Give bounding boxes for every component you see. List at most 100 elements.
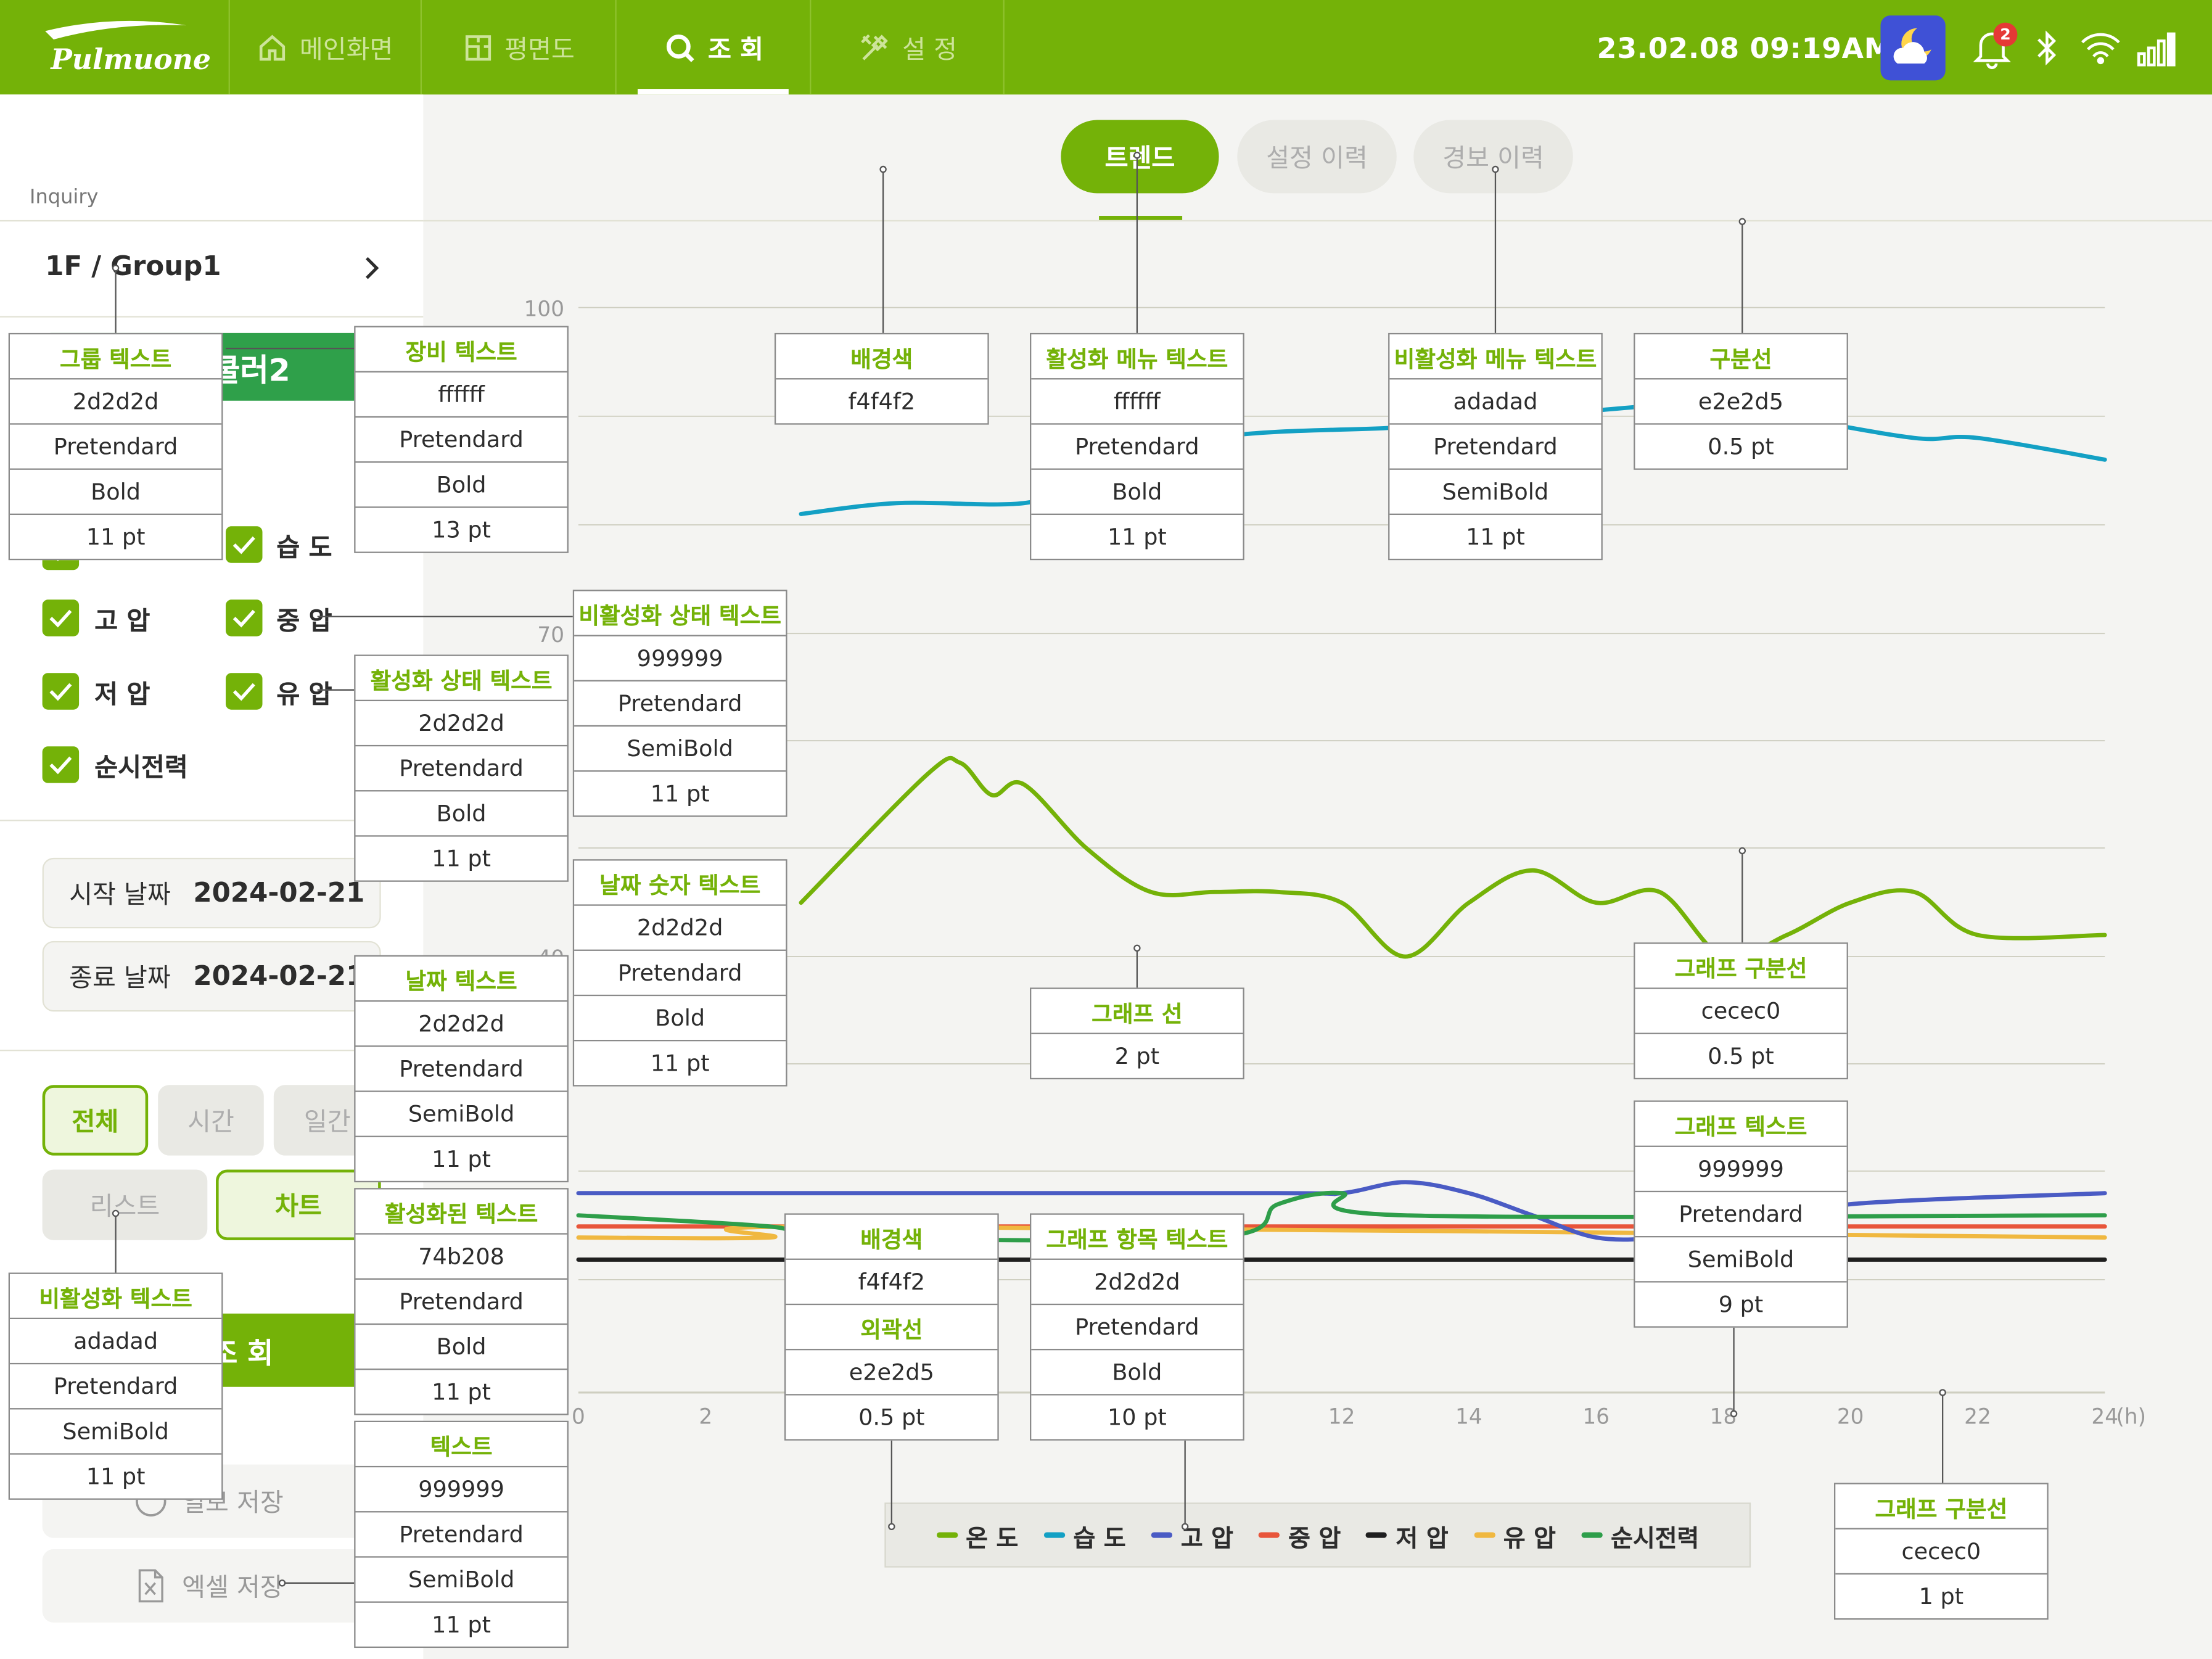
annotation-value: 999999 [574,636,786,681]
annotation-value: SemiBold [1635,1237,1847,1283]
annotation-title: 활성화 메뉴 텍스트 [1031,334,1243,380]
annotation-title: 장비 텍스트 [355,327,567,373]
annotation-value: Pretendard [355,746,567,792]
annotation-value: Pretendard [1031,1305,1243,1351]
annotation-value: adadad [1389,379,1601,425]
annotation-title: 비활성화 메뉴 텍스트 [1389,334,1601,380]
annotation-value: SemiBold [355,1092,567,1137]
annotation-title: 비활성화 상태 텍스트 [574,591,786,636]
annotation-value: 2d2d2d [10,379,222,425]
spec-annotation: 텍스트 999999 Pretendard SemiBold 11 pt [354,1420,569,1649]
annotation-title: 구분선 [1635,334,1847,380]
annotation-value: Bold [1031,1350,1243,1396]
spec-annotation: 날짜 숫자 텍스트 2d2d2d Pretendard Bold 11 pt [572,859,787,1087]
annotation-value: Pretendard [1389,425,1601,470]
annotation-value: 11 pt [432,1611,491,1639]
annotation-value: Bold [355,1325,567,1370]
spec-annotation: 배경색 f4f4f2 외곽선 e2e2d5 0.5 pt [784,1213,999,1441]
spec-annotation: 그룹 텍스트 2d2d2d Pretendard Bold 11 pt [8,332,223,561]
annotation-value: Bold [574,996,786,1042]
annotation-value: SemiBold [1389,470,1601,516]
spec-annotation: 날짜 텍스트 2d2d2d Pretendard SemiBold 11 pt [354,955,569,1183]
annotation-value: f4f4f2 [848,388,916,415]
annotation-value: 9 pt [1718,1291,1764,1318]
annotation-title: 활성화 상태 텍스트 [355,656,567,701]
annotation-value: 11 pt [1107,523,1167,551]
spec-annotation: 그래프 선 2 pt [1030,987,1244,1080]
spec-annotation: 장비 텍스트 ffffff Pretendard Bold 13 pt [354,326,569,553]
spec-annotation: 활성화 상태 텍스트 2d2d2d Pretendard Bold 11 pt [354,654,569,882]
spec-annotation: 구분선 e2e2d5 0.5 pt [1634,332,1848,470]
annotation-value: Pretendard [355,1280,567,1325]
annotation-value: SemiBold [10,1409,222,1455]
spec-annotation: 그래프 구분선 cecec0 0.5 pt [1634,942,1848,1080]
annotation-title: 그래프 선 [1031,989,1243,1034]
annotation-value: 11 pt [432,1378,491,1406]
annotation-value: Pretendard [574,951,786,997]
annotation-value: Pretendard [355,1047,567,1092]
annotation-title: 그래프 구분선 [1635,944,1847,989]
annotation-value: 74b208 [355,1235,567,1280]
annotation-value: 0.5 pt [858,1404,925,1431]
annotation-value: f4f4f2 [786,1260,998,1306]
annotation-title: 텍스트 [355,1422,567,1468]
annotation-value: 1 pt [1918,1583,1964,1610]
annotation-value: 11 pt [86,1463,146,1490]
annotation-value: 2d2d2d [574,906,786,951]
spec-annotation: 비활성화 상태 텍스트 999999 Pretendard SemiBold 11 pt [572,590,787,817]
annotation-value: Pretendard [10,1364,222,1410]
annotation-title: 배경색 [786,1215,998,1260]
annotation-value: adadad [10,1319,222,1365]
spec-annotation: 그래프 구분선 cecec0 1 pt [1834,1483,2049,1620]
annotation-title: 날짜 텍스트 [355,957,567,1002]
spec-annotation: 활성화 메뉴 텍스트 ffffff Pretendard Bold 11 pt [1030,332,1244,561]
annotation-value: 2d2d2d [355,1002,567,1047]
spec-annotation: 비활성화 텍스트 adadad Pretendard SemiBold 11 pt [8,1272,223,1500]
annotation-value: 13 pt [432,516,491,543]
annotation-value: 11 pt [1466,523,1525,551]
annotation-title: 그래프 구분선 [1835,1484,2047,1529]
annotation-value: Pretendard [355,1512,567,1558]
annotation-value: SemiBold [574,727,786,772]
annotation-value: Pretendard [574,681,786,727]
annotation-value: ffffff [1031,379,1243,425]
annotation-value: e2e2d5 [786,1350,998,1396]
spec-annotation: 그래프 항목 텍스트 2d2d2d Pretendard Bold 10 pt [1030,1213,1244,1441]
annotation-value: cecec0 [1635,989,1847,1034]
annotation-value: Pretendard [355,418,567,463]
annotation-title: 그래프 항목 텍스트 [1031,1215,1243,1260]
annotation-value: 999999 [1635,1147,1847,1193]
spec-annotation: 그래프 텍스트 999999 Pretendard SemiBold 9 pt [1634,1100,1848,1328]
spec-annotation: 활성화된 텍스트 74b208 Pretendard Bold 11 pt [354,1188,569,1415]
spec-annotation: 비활성화 메뉴 텍스트 adadad Pretendard SemiBold 11 pt [1388,332,1603,561]
annotation-title: 활성화된 텍스트 [355,1190,567,1235]
annotation-value: cecec0 [1835,1529,2047,1575]
annotation-value: Pretendard [1635,1192,1847,1238]
annotation-value: 11 pt [650,780,710,807]
spec-annotation: 배경색 f4f4f2 [774,332,989,425]
annotation-value: 11 pt [650,1050,710,1077]
annotation-title: 비활성화 텍스트 [10,1274,222,1319]
annotation-value: 2d2d2d [1031,1260,1243,1306]
annotation-value: 999999 [355,1467,567,1513]
spec-sheet: Pulmuone 메인화면 평면도 조 회 설 정 23.02.08 09:19… [0,0,2212,1659]
annotation-value: 2d2d2d [355,701,567,747]
annotation-value: 10 pt [1107,1404,1167,1431]
annotation-title: 그래프 텍스트 [1635,1102,1847,1147]
annotation-value: e2e2d5 [1635,379,1847,425]
annotation-title: 배경색 [776,334,988,380]
annotation-value: 11 pt [86,523,146,551]
annotation-value: 0.5 pt [1708,1042,1774,1070]
annotation-title: 날짜 숫자 텍스트 [574,860,786,906]
annotation-value: ffffff [355,373,567,418]
annotation-value: Bold [355,463,567,508]
annotation-value: SemiBold [355,1558,567,1603]
annotation-value: 0.5 pt [1708,433,1774,460]
annotation-title: 그룹 텍스트 [10,334,222,380]
annotation-value: 2 pt [1114,1042,1160,1070]
annotation-value: 외곽선 [786,1305,998,1351]
annotation-value: Pretendard [1031,425,1243,470]
annotation-value: Bold [1031,470,1243,516]
annotation-value: Pretendard [10,425,222,470]
annotation-value: Bold [10,470,222,516]
